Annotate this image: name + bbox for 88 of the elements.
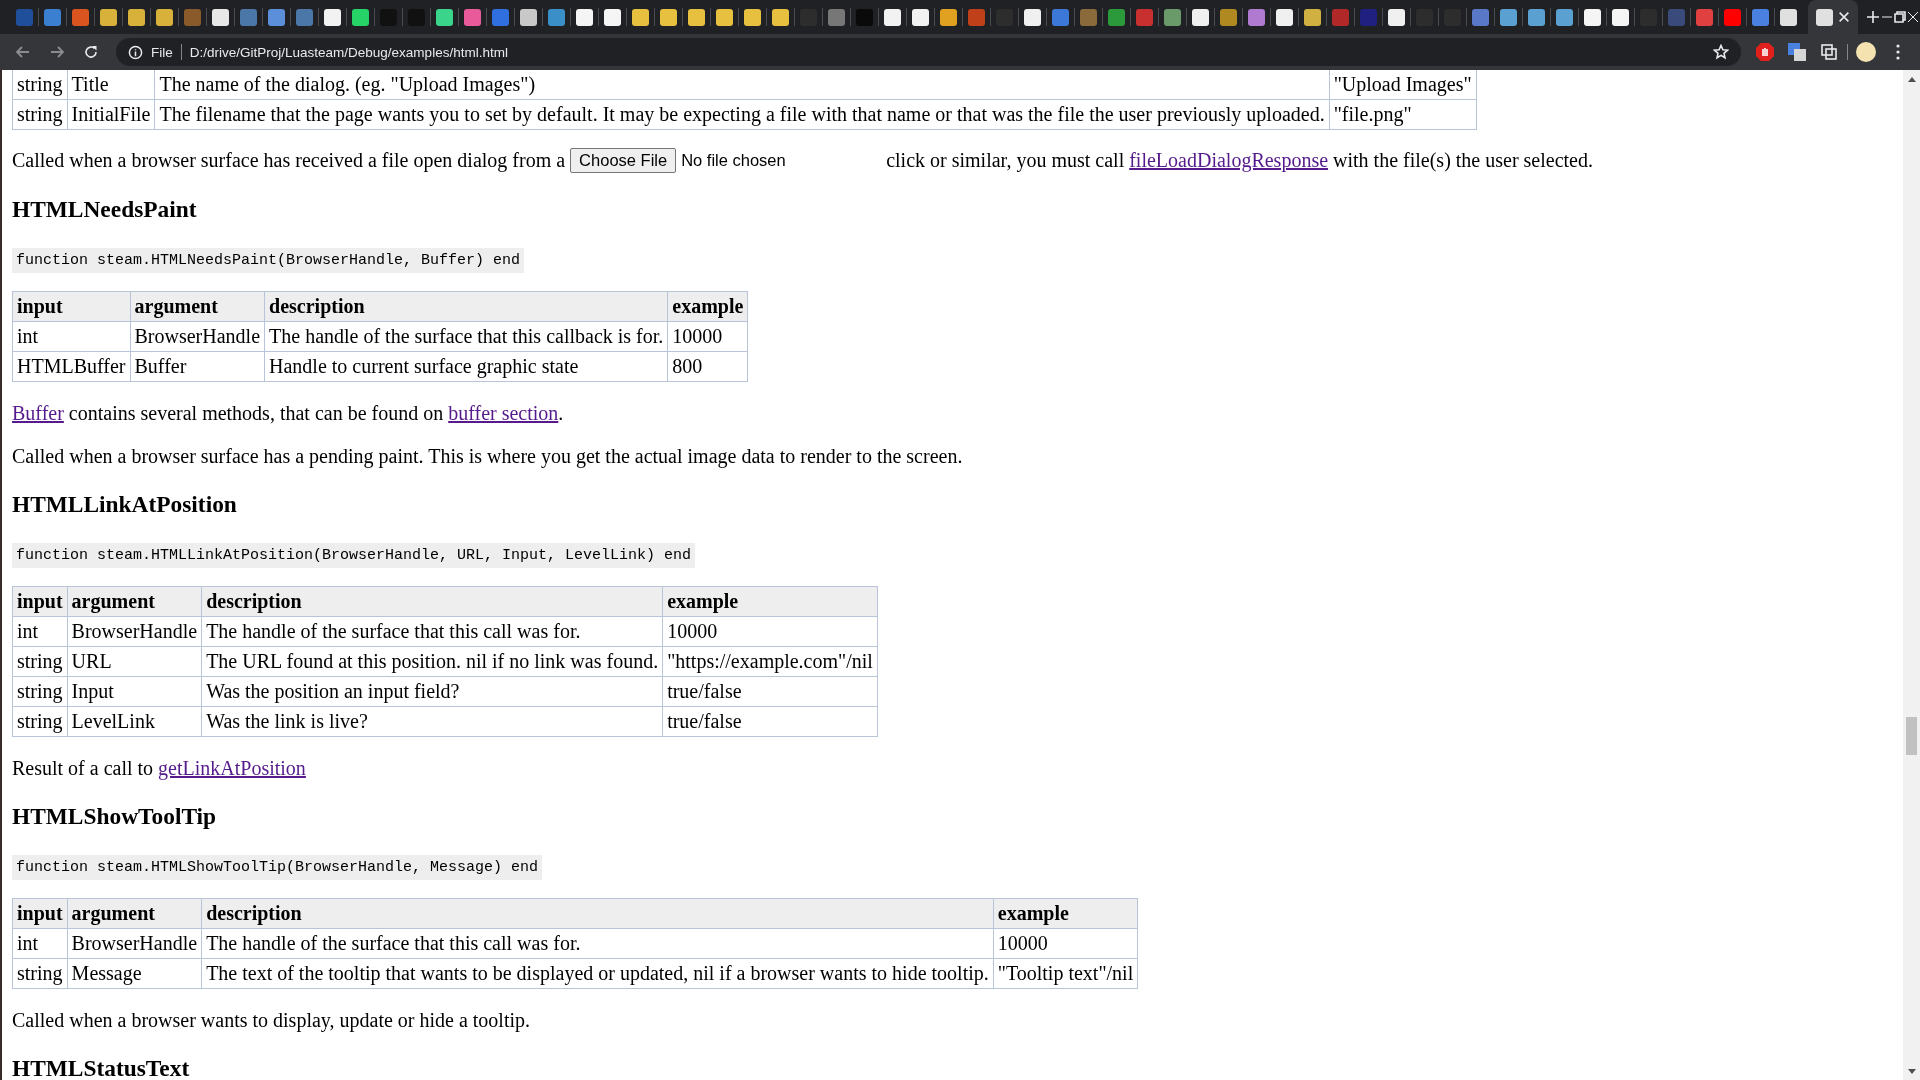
link[interactable]: fileLoadDialogResponse (1129, 149, 1329, 172)
table-cell: The handle of the surface that this call was for. (201, 928, 994, 959)
table-cell: "https://example.com"/nil (662, 646, 878, 677)
back-arrow-icon[interactable] (15, 44, 31, 60)
forward-arrow-icon[interactable] (49, 44, 65, 60)
table-cell: LevelLink (67, 706, 202, 737)
table-cell: int (12, 321, 130, 352)
table-cell: "Upload Images" (1329, 70, 1477, 100)
table-cell: Message (67, 958, 202, 989)
table-cell: Handle to current surface graphic state (264, 351, 668, 382)
table-cell: BrowserHandle (67, 616, 202, 647)
table-cell: string (12, 958, 68, 989)
code-snippet: function steam.HTMLShowToolTip(BrowserHandle, Message) end (12, 855, 543, 880)
choose-file-button[interactable]: Choose File (570, 148, 677, 173)
table-cell: The name of the dialog. (eg. "Upload Images") (154, 70, 1330, 100)
paragraph: Buffer contains several methods, that can be found on buffer section. (12, 402, 565, 425)
table-cell: The text of the tooltip that wants to be displayed or updated, nil if a browser wants to hide tooltip. (201, 958, 994, 989)
scroll-down-icon[interactable] (1907, 1068, 1916, 1075)
table-cell: The handle of the surface that this call was for. (201, 616, 663, 647)
table-cell: 10000 (667, 321, 748, 352)
close-icon[interactable] (1836, 10, 1851, 24)
column-header: description (201, 898, 994, 929)
link[interactable]: getLinkAtPosition (158, 757, 306, 779)
link[interactable]: buffer section (448, 402, 559, 424)
table-cell: string (12, 646, 68, 677)
table-cell: BrowserHandle (130, 321, 265, 352)
paragraph: Result of a call to getLinkAtPosition (12, 757, 307, 780)
reload-icon[interactable] (83, 44, 99, 60)
link[interactable]: Buffer (12, 402, 64, 424)
paragraph-text: Called when a browser surface has received a file open dialog from a (12, 149, 566, 172)
code-snippet: function steam.HTMLLinkAtPosition(BrowserHandle, URL, Input, LevelLink) end (12, 543, 696, 568)
section-heading: HTMLLinkAtPosition (12, 491, 238, 518)
table-cell: Input (67, 676, 202, 707)
table-cell: URL (67, 646, 202, 677)
table-cell: Title (67, 70, 155, 100)
table-cell: string (12, 99, 68, 130)
section-heading: HTMLShowToolTip (12, 803, 218, 830)
paragraph-text: with the file(s) the user selected. (1333, 149, 1593, 172)
table-cell: The handle of the surface that this callback is for. (264, 321, 668, 352)
column-header: argument (130, 291, 265, 322)
url-scheme: File (151, 44, 173, 60)
table-cell: HTMLBuffer (12, 351, 130, 382)
file-status-text: No file chosen (681, 151, 787, 170)
table-cell: 10000 (662, 616, 878, 647)
table-cell: The URL found at this position. nil if no link was found. (201, 646, 663, 677)
table-cell: "file.png" (1329, 99, 1477, 130)
table-cell: BrowserHandle (67, 928, 202, 959)
column-header: argument (67, 586, 202, 617)
code-snippet: function steam.HTMLNeedsPaint(BrowserHandle, Buffer) end (12, 248, 525, 273)
url-text: D:/drive/GitProj/Luasteam/Debug/examples/html.html (189, 44, 508, 60)
column-header: input (12, 586, 68, 617)
address-bar[interactable]: File D:/drive/GitProj/Luasteam/Debug/examples/html.html (116, 38, 1741, 66)
table-cell: 10000 (993, 928, 1138, 959)
table-cell: 800 (667, 351, 748, 382)
table-cell: "Tooltip text"/nil (993, 958, 1138, 989)
column-header: description (264, 291, 668, 322)
table-cell: int (12, 928, 68, 959)
column-header: argument (67, 898, 202, 929)
table-cell: string (12, 676, 68, 707)
column-header: description (201, 586, 663, 617)
paragraph: Called when a browser surface has a pending paint. This is where you get the actual image data to render to the screen. (12, 445, 964, 468)
restore-icon[interactable] (1894, 11, 1906, 23)
section-heading: HTMLNeedsPaint (12, 196, 198, 223)
table-cell: true/false (662, 676, 878, 707)
table-cell: InitialFile (67, 99, 155, 130)
table-cell: string (12, 70, 68, 100)
plus-icon[interactable] (1866, 10, 1880, 24)
close-icon[interactable] (1907, 11, 1920, 23)
table-cell: Was the link is live? (201, 706, 663, 737)
paragraph-text: click or similar, you must call (886, 149, 1125, 172)
column-header: example (662, 586, 878, 617)
info-icon (128, 44, 143, 60)
table-cell: string (12, 706, 68, 737)
star-icon[interactable] (1713, 44, 1729, 60)
scroll-up-icon[interactable] (1907, 75, 1916, 82)
table-cell: true/false (662, 706, 878, 737)
column-header: input (12, 291, 130, 322)
browser-tab[interactable] (1808, 0, 1858, 34)
column-header: input (12, 898, 68, 929)
column-header: example (667, 291, 748, 322)
table-cell: int (12, 616, 68, 647)
paragraph: Called when a browser wants to display, update or hide a tooltip. (12, 1009, 532, 1032)
scrollbar-thumb[interactable] (1906, 717, 1917, 755)
table-cell: Buffer (130, 351, 265, 382)
table-cell: The filename that the page wants you to set by default. It may be expecting a file with that name or that was the file the user previously uploaded. (154, 99, 1330, 130)
section-heading: HTMLStatusText (12, 1055, 191, 1080)
column-header: example (993, 898, 1138, 929)
table-cell: Was the position an input field? (201, 676, 663, 707)
